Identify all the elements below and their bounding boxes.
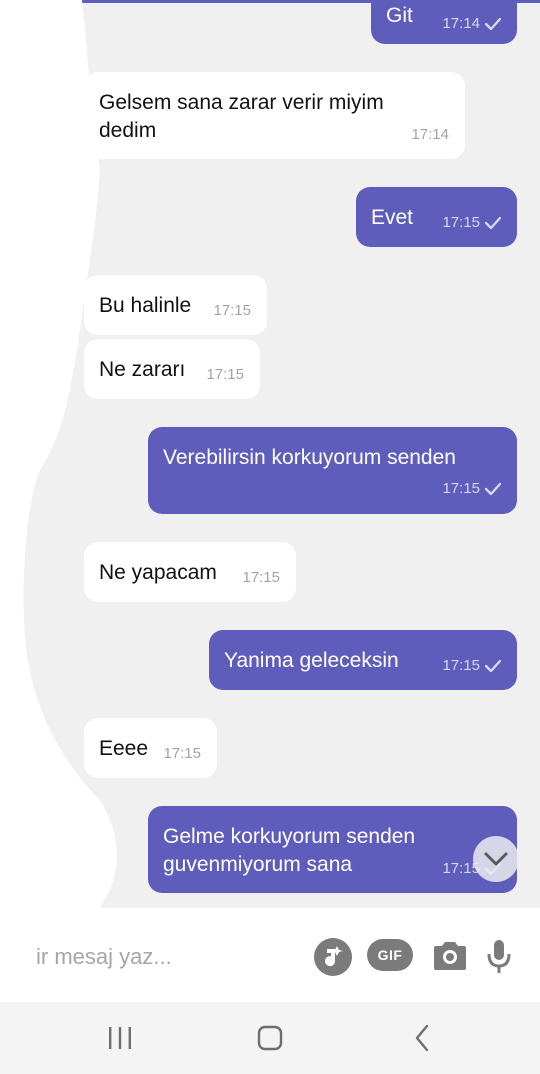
camera-button[interactable]	[431, 939, 469, 973]
back-button[interactable]	[402, 1022, 442, 1054]
read-check-icon	[485, 660, 501, 672]
read-check-icon	[485, 483, 501, 495]
message-meta: 17:15	[206, 367, 244, 383]
chat-area: Git 17:14 Gelsem sana zarar verir miyim …	[0, 0, 540, 908]
message-meta: 17:14	[411, 127, 449, 143]
recent-apps-icon	[109, 1027, 131, 1049]
outgoing-message[interactable]: Verebilirsin korkuyorum senden 17:15	[148, 427, 517, 514]
message-meta: 17:14	[442, 16, 501, 32]
message-meta: 17:15	[442, 215, 501, 231]
system-navigation-bar	[0, 1002, 540, 1074]
gif-button[interactable]: GIF	[367, 939, 413, 971]
microphone-icon	[487, 940, 511, 973]
outgoing-message[interactable]: Gelme korkuyorum senden guvenmiyorum san…	[148, 806, 517, 893]
sticker-icon	[314, 938, 352, 976]
message-time: 17:14	[442, 15, 480, 32]
read-check-icon	[485, 18, 501, 30]
incoming-message[interactable]: Gelsem sana zarar verir miyim dedim 17:1…	[84, 72, 465, 159]
outgoing-message[interactable]: Yanima geleceksin 17:15	[209, 630, 517, 690]
recent-apps-button[interactable]	[100, 1022, 140, 1054]
message-time: 17:15	[442, 657, 480, 674]
message-meta: 17:15	[242, 570, 280, 586]
scroll-to-bottom-button[interactable]	[473, 836, 519, 882]
message-text: Gelsem sana zarar verir miyim dedim	[99, 91, 384, 142]
gif-icon: GIF	[377, 947, 403, 963]
home-button[interactable]	[250, 1022, 290, 1054]
redaction-scribble	[0, 0, 117, 908]
message-time: 17:15	[442, 480, 480, 497]
home-icon	[257, 1025, 283, 1051]
read-check-icon	[485, 217, 501, 229]
microphone-button[interactable]	[487, 939, 511, 975]
message-time: 17:15	[242, 569, 280, 586]
camera-icon	[434, 942, 466, 970]
message-meta: 17:15	[213, 303, 251, 319]
message-time: 17:15	[163, 745, 201, 762]
outgoing-message[interactable]: Evet 17:15	[356, 187, 517, 247]
message-composer: GIF	[0, 908, 540, 1002]
message-meta: 17:15	[442, 481, 501, 497]
message-time: 17:15	[206, 366, 244, 383]
message-meta: 17:15	[442, 658, 501, 674]
message-input[interactable]	[34, 938, 298, 976]
message-meta: 17:15	[163, 746, 201, 762]
message-time: 17:14	[411, 126, 449, 143]
back-icon	[415, 1024, 429, 1052]
sticker-button[interactable]	[313, 937, 353, 977]
message-text: Verebilirsin korkuyorum senden	[163, 446, 456, 469]
message-time: 17:15	[213, 302, 251, 319]
chevron-down-icon	[484, 852, 508, 866]
outgoing-message[interactable]: Git 17:14	[371, 0, 517, 44]
message-time: 17:15	[442, 214, 480, 231]
